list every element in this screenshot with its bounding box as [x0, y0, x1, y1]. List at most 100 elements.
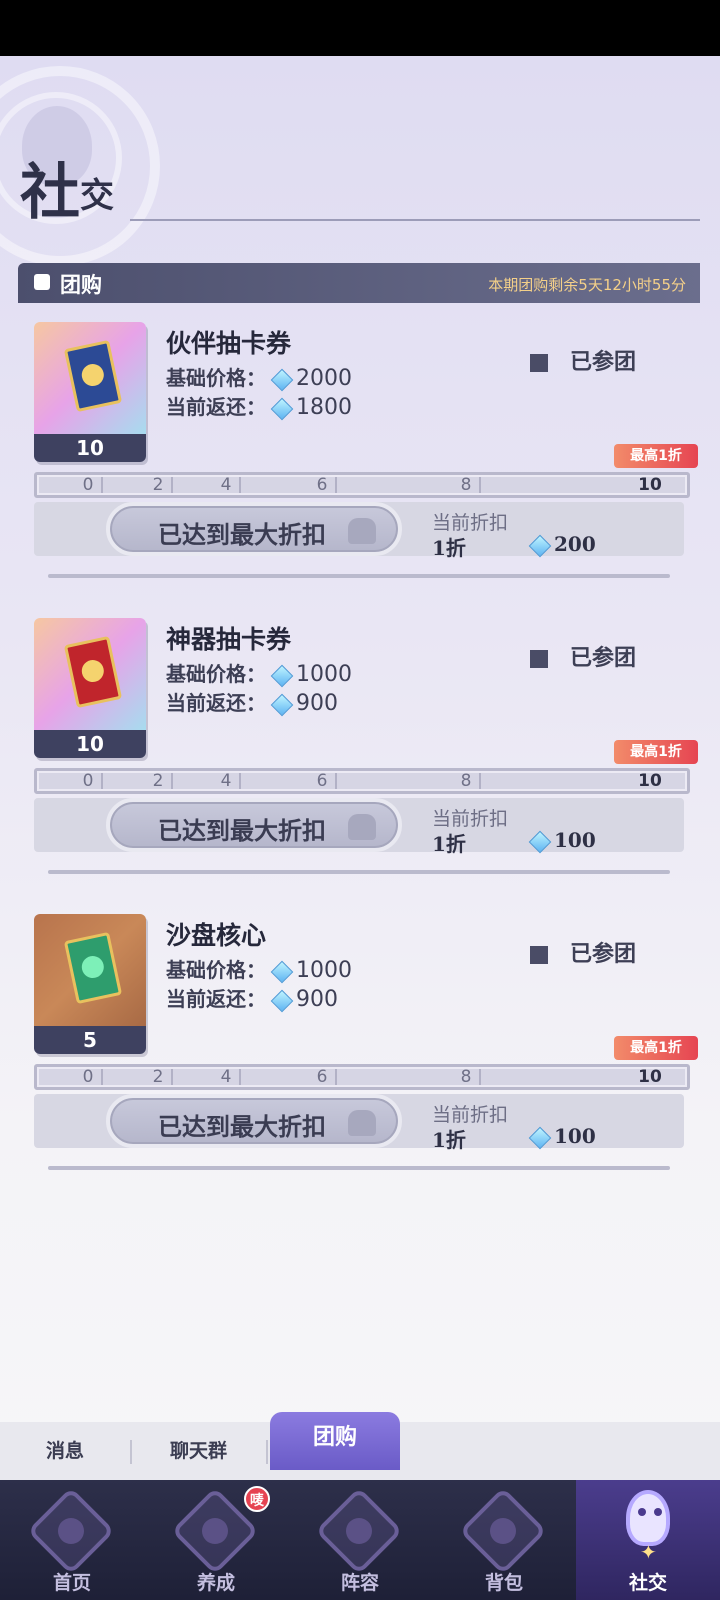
base-price-value: 2000 — [296, 366, 352, 391]
current-gem-row: 200 — [528, 532, 596, 557]
item-quantity: 5 — [34, 1026, 146, 1054]
refund-label: 当前返还： — [166, 395, 266, 419]
progress-tick-label: 10 — [638, 475, 662, 495]
discount-progress-bar: 0 2 4 6 8 10 — [34, 472, 690, 498]
base-price-row: 基础价格： 1000 — [166, 954, 352, 983]
diamond-icon — [270, 693, 294, 716]
refund-label: 当前返还： — [166, 691, 266, 715]
diamond-icon — [270, 368, 294, 391]
progress-tick-label: 6 — [316, 475, 328, 495]
max-discount-button[interactable]: 已达到最大折扣 — [106, 502, 402, 556]
notification-badge: 唛 — [244, 1486, 270, 1512]
nav-social-label: 社交 — [628, 1572, 667, 1594]
progress-tick-label: 4 — [220, 1067, 232, 1087]
refund-row: 当前返还： 900 — [166, 983, 338, 1012]
nav-lineup-label: 阵容 — [340, 1572, 379, 1594]
joined-status: 已参团 — [530, 344, 636, 376]
diamond-icon — [528, 534, 552, 557]
discount-panel: 已达到最大折扣 当前折扣 1折 100 — [34, 798, 684, 856]
progress-fill — [39, 477, 685, 493]
progress-tick-label: 0 — [82, 1067, 94, 1087]
section-square-icon — [34, 274, 50, 290]
diamond-icon — [270, 664, 294, 687]
progress-tick-label: 2 — [152, 1067, 164, 1087]
nav-develop[interactable]: 唛 养成 — [144, 1480, 288, 1600]
progress-tick-label: 8 — [460, 771, 472, 791]
joined-status: 已参团 — [530, 936, 636, 968]
item-thumbnail[interactable]: 5 — [34, 914, 146, 1054]
progress-tick-mark — [171, 477, 173, 493]
tab-messages[interactable]: 消息 — [46, 1422, 84, 1480]
diamond-icon — [528, 1126, 552, 1149]
status-square-icon — [530, 946, 548, 964]
refund-value: 1800 — [296, 395, 352, 420]
progress-tick-mark — [479, 477, 481, 493]
countdown-text: 本期团购剩余5天12小时55分 — [488, 276, 686, 294]
progress-tick-label: 10 — [638, 771, 662, 791]
progress-tick-mark — [101, 773, 103, 789]
progress-tick-label: 2 — [152, 771, 164, 791]
max-discount-button[interactable]: 已达到最大折扣 — [106, 1094, 402, 1148]
base-price-row: 基础价格： 2000 — [166, 362, 352, 391]
progress-tick-mark — [335, 773, 337, 789]
tab-group-buy[interactable]: 团购 — [270, 1412, 400, 1470]
group-buy-item: 10 伙伴抽卡券 基础价格： 2000 当前返还： 1800 已参团 最高1折 0 2 4 6 8 10 已… — [0, 322, 720, 592]
progress-tick-label: 8 — [460, 1067, 472, 1087]
current-discount-value: 1折 — [432, 832, 466, 856]
current-discount-value: 1折 — [432, 536, 466, 560]
progress-tick-label: 0 — [82, 771, 94, 791]
nav-bag[interactable]: 背包 — [432, 1480, 576, 1600]
refund-label: 当前返还： — [166, 987, 266, 1011]
bag-icon — [459, 1487, 547, 1575]
item-quantity: 10 — [34, 730, 146, 758]
progress-tick-label: 2 — [152, 475, 164, 495]
group-buy-item: 10 神器抽卡券 基础价格： 1000 当前返还： 900 已参团 最高1折 0 2 4 6 8 10 已达… — [0, 618, 720, 888]
progress-tick-mark — [171, 1069, 173, 1085]
item-name: 神器抽卡券 — [166, 625, 292, 654]
progress-tick-label: 4 — [220, 475, 232, 495]
page-title: 社 — [20, 158, 80, 228]
progress-tick-mark — [479, 773, 481, 789]
progress-tick-label: 0 — [82, 475, 94, 495]
item-quantity: 10 — [34, 434, 146, 462]
max-discount-button-label: 已达到最大折扣 — [158, 1112, 326, 1141]
status-bar — [0, 0, 720, 56]
diamond-icon — [270, 397, 294, 420]
current-gem-value: 100 — [554, 1124, 596, 1148]
current-gem-value: 100 — [554, 828, 596, 852]
hand-icon — [348, 1110, 376, 1136]
tab-chat-group[interactable]: 聊天群 — [170, 1422, 227, 1480]
max-discount-badge: 最高1折 — [614, 740, 698, 764]
status-square-icon — [530, 650, 548, 668]
current-discount-value: 1折 — [432, 1128, 466, 1152]
progress-tick-mark — [239, 1069, 241, 1085]
nav-social[interactable]: ✦ 社交 — [576, 1480, 720, 1600]
status-square-icon — [530, 354, 548, 372]
diamond-icon — [270, 989, 294, 1012]
nav-develop-label: 养成 — [196, 1572, 235, 1594]
base-price-row: 基础价格： 1000 — [166, 658, 352, 687]
title-divider — [130, 219, 700, 221]
max-discount-button[interactable]: 已达到最大折扣 — [106, 798, 402, 852]
item-thumbnail[interactable]: 10 — [34, 322, 146, 462]
item-thumbnail[interactable]: 10 — [34, 618, 146, 758]
current-gem-row: 100 — [528, 828, 596, 853]
progress-tick-mark — [239, 773, 241, 789]
sub-tab-bar: 消息 聊天群 团购 — [0, 1412, 720, 1480]
max-discount-badge: 最高1折 — [614, 1036, 698, 1060]
social-page: 社 交 团购 本期团购剩余5天12小时55分 10 伙伴抽卡券 基础价格： 2000 当… — [0, 56, 720, 1480]
discount-panel: 已达到最大折扣 当前折扣 1折 200 — [34, 502, 684, 560]
base-price-label: 基础价格： — [166, 366, 266, 390]
section-title: 团购 — [60, 273, 102, 297]
max-discount-button-label: 已达到最大折扣 — [158, 816, 326, 845]
progress-tick-label: 10 — [638, 1067, 662, 1087]
progress-fill — [39, 773, 685, 789]
diamond-icon — [270, 960, 294, 983]
nav-lineup[interactable]: 阵容 — [288, 1480, 432, 1600]
nav-home[interactable]: 首页 — [0, 1480, 144, 1600]
item-divider — [48, 1166, 670, 1170]
progress-tick-mark — [479, 1069, 481, 1085]
current-gem-value: 200 — [554, 532, 596, 556]
group-buy-header: 团购 本期团购剩余5天12小时55分 — [18, 263, 700, 303]
base-price-value: 1000 — [296, 662, 352, 687]
